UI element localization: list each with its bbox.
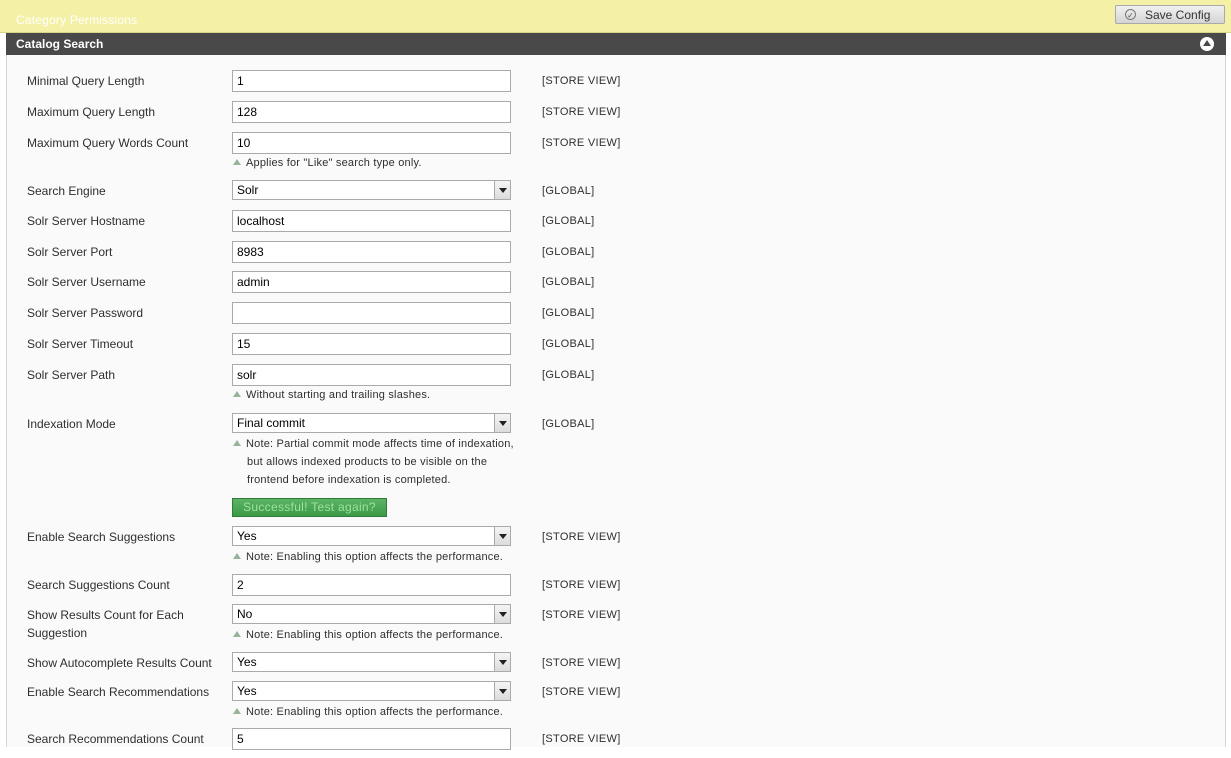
top-bar: Category Permissions ✓ Save Config <box>0 0 1231 33</box>
label-line: Suggestion <box>27 626 88 640</box>
scope-label: [GLOBAL] <box>542 369 595 381</box>
scope-label: [STORE VIEW] <box>542 75 621 87</box>
autocomplete-count-select[interactable]: Yes <box>232 652 511 672</box>
scope-label: [GLOBAL] <box>542 276 595 288</box>
chevron-up-circle-icon[interactable] <box>1200 37 1214 51</box>
enable-suggestions-select[interactable]: Yes <box>232 526 511 546</box>
solr-hostname-input[interactable] <box>232 210 511 232</box>
section-header[interactable]: Catalog Search <box>6 33 1226 55</box>
scope-label: [GLOBAL] <box>542 338 595 350</box>
scope-label: [STORE VIEW] <box>542 609 621 621</box>
field-label: Enable Search Recommendations <box>27 685 210 699</box>
scope-label: [GLOBAL] <box>542 307 595 319</box>
chevron-down-icon[interactable] <box>494 605 510 623</box>
note-text: Note: Enabling this option affects the p… <box>246 629 504 641</box>
triangle-up-icon <box>233 159 241 165</box>
field-label: Search Suggestions Count <box>27 578 170 592</box>
triangle-up-icon <box>233 631 241 637</box>
section-title: Catalog Search <box>16 37 104 51</box>
scope-label: [STORE VIEW] <box>542 531 621 543</box>
note-text: Without starting and trailing slashes. <box>246 389 431 401</box>
recommendations-count-input[interactable] <box>232 728 511 750</box>
solr-username-input[interactable] <box>232 271 511 293</box>
field-label: Show Autocomplete Results Count <box>27 656 212 670</box>
field-label: Solr Server Password <box>27 306 144 320</box>
field-label: Minimal Query Length <box>27 74 145 88</box>
field-note: Note: Enabling this option affects the p… <box>233 548 523 566</box>
field-label: Maximum Query Words Count <box>27 136 189 150</box>
note-text: Applies for "Like" search type only. <box>246 157 422 169</box>
chevron-down-icon[interactable] <box>494 527 510 545</box>
solr-timeout-input[interactable] <box>232 333 511 355</box>
select-value: Final commit <box>237 416 306 430</box>
scope-label: [STORE VIEW] <box>542 733 621 745</box>
note-text: Note: Enabling this option affects the p… <box>246 551 504 563</box>
select-value: Solr <box>237 183 259 197</box>
field-note: Note: Enabling this option affects the p… <box>233 703 523 721</box>
field-label: Search Recommendations Count <box>27 732 204 746</box>
triangle-up-icon <box>233 708 241 714</box>
faded-section-title: Category Permissions <box>16 13 138 27</box>
label-line: Show Results Count for Each <box>27 608 184 622</box>
field-label: Enable Search Suggestions <box>27 530 176 544</box>
triangle-up-icon <box>233 440 241 446</box>
save-config-button[interactable]: ✓ Save Config <box>1115 5 1225 24</box>
check-circle-icon: ✓ <box>1125 9 1136 20</box>
scope-label: [STORE VIEW] <box>542 686 621 698</box>
scope-label: [STORE VIEW] <box>542 106 621 118</box>
field-label: Solr Server Timeout <box>27 337 134 351</box>
test-connection-button[interactable]: Successful! Test again? <box>232 498 387 517</box>
select-value: No <box>237 607 253 621</box>
scope-label: [STORE VIEW] <box>542 657 621 669</box>
max-query-length-input[interactable] <box>232 101 511 123</box>
triangle-up-icon <box>233 553 241 559</box>
scope-label: [STORE VIEW] <box>542 137 621 149</box>
note-text: Note: Enabling this option affects the p… <box>246 706 504 718</box>
chevron-down-icon[interactable] <box>494 414 510 432</box>
note-text: but allows indexed products to be visibl… <box>247 456 488 468</box>
triangle-up-icon <box>233 391 241 397</box>
field-label: Solr Server Username <box>27 275 146 289</box>
search-engine-select[interactable]: Solr <box>232 180 511 200</box>
chevron-down-icon[interactable] <box>494 653 510 671</box>
solr-password-input[interactable] <box>232 302 511 324</box>
scope-label: [GLOBAL] <box>542 246 595 258</box>
field-label: Show Results Count for Each Suggestion <box>27 606 212 642</box>
field-label: Solr Server Hostname <box>27 214 146 228</box>
chevron-down-icon[interactable] <box>494 181 510 199</box>
select-value: Yes <box>237 684 257 698</box>
show-results-count-select[interactable]: No <box>232 604 511 624</box>
save-config-label: Save Config <box>1145 7 1211 22</box>
field-label: Solr Server Path <box>27 368 116 382</box>
config-panel: Minimal Query Length [STORE VIEW] Maximu… <box>6 55 1226 750</box>
enable-recommendations-select[interactable]: Yes <box>232 681 511 701</box>
note-text: frontend before indexation is completed. <box>247 474 451 486</box>
max-query-words-input[interactable] <box>232 132 511 154</box>
suggestions-count-input[interactable] <box>232 574 511 596</box>
field-note: Without starting and trailing slashes. <box>233 386 523 404</box>
chevron-down-icon[interactable] <box>494 682 510 700</box>
scope-label: [GLOBAL] <box>542 185 595 197</box>
scope-label: [GLOBAL] <box>542 418 595 430</box>
indexation-mode-select[interactable]: Final commit <box>232 413 511 433</box>
solr-port-input[interactable] <box>232 241 511 263</box>
scope-label: [STORE VIEW] <box>542 579 621 591</box>
select-value: Yes <box>237 655 257 669</box>
field-note: Note: Enabling this option affects the p… <box>233 626 523 644</box>
note-text: Note: Partial commit mode affects time o… <box>246 438 514 450</box>
field-label: Solr Server Port <box>27 245 113 259</box>
field-note: Applies for "Like" search type only. <box>233 154 523 172</box>
field-note: Note: Partial commit mode affects time o… <box>233 435 523 489</box>
field-label: Maximum Query Length <box>27 105 156 119</box>
field-label: Search Engine <box>27 184 106 198</box>
min-query-length-input[interactable] <box>232 70 511 92</box>
solr-path-input[interactable] <box>232 364 511 386</box>
field-label: Indexation Mode <box>27 417 116 431</box>
select-value: Yes <box>237 529 257 543</box>
scope-label: [GLOBAL] <box>542 215 595 227</box>
